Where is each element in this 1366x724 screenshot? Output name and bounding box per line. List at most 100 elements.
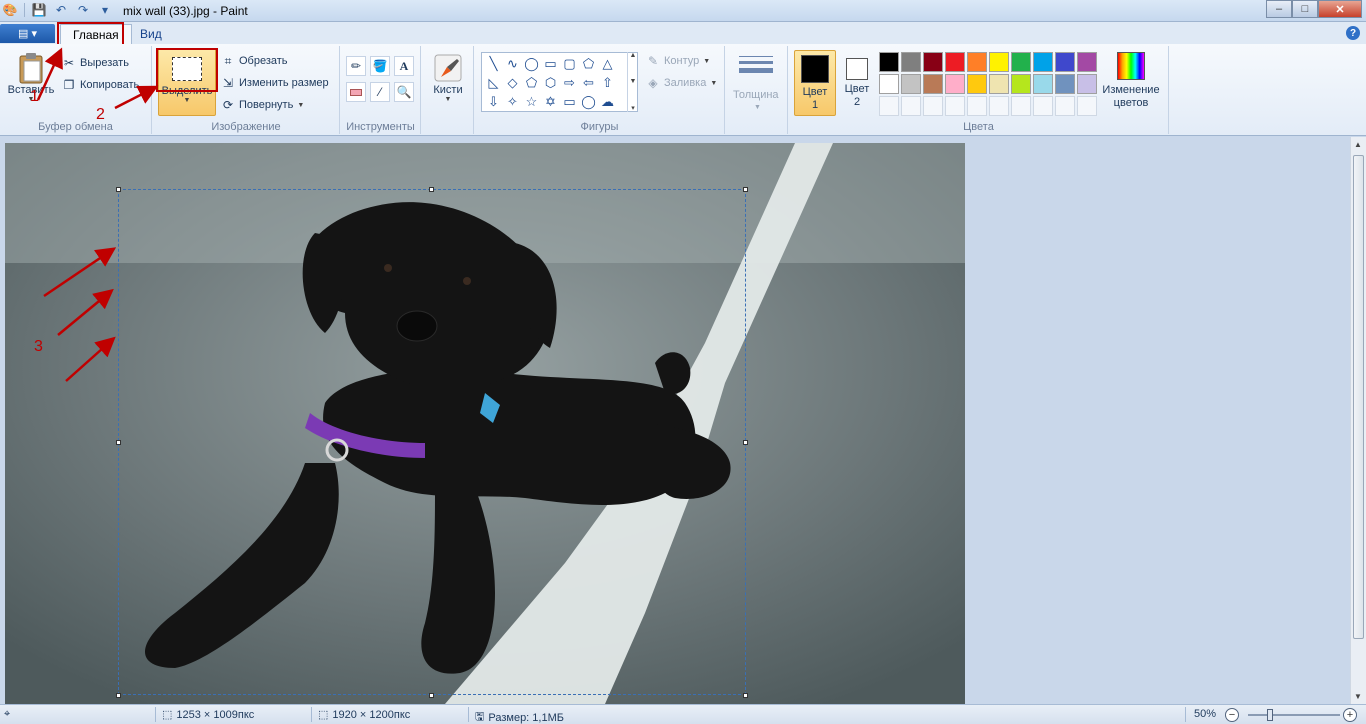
scroll-up-icon[interactable]: ▲ (1354, 140, 1362, 149)
tab-view[interactable]: Вид (128, 24, 174, 44)
palette-custom-slot-5[interactable] (967, 96, 987, 116)
palette-color-r1-4[interactable] (945, 52, 965, 72)
palette-color-r2-7[interactable] (1011, 74, 1031, 94)
line-icon[interactable]: ╲ (484, 54, 503, 73)
star6-icon[interactable]: ✡ (541, 92, 560, 111)
crop-button[interactable]: ⌗ Обрезать (221, 54, 288, 68)
magnifier-icon[interactable]: 🔍 (394, 82, 414, 102)
down-arrow-icon[interactable]: ⇩ (484, 92, 503, 111)
help-icon[interactable]: ? (1346, 26, 1360, 40)
palette-custom-slot-6[interactable] (989, 96, 1009, 116)
callout-rect-icon[interactable]: ▭ (560, 92, 579, 111)
eraser-icon[interactable] (346, 82, 366, 102)
selection-handle-tr[interactable] (743, 187, 748, 192)
cut-button[interactable]: ✂ Вырезать (62, 56, 129, 70)
undo-icon[interactable]: ↶ (53, 2, 69, 18)
shapes-scrollbar[interactable]: ▲ ▼ ▾ (627, 52, 638, 112)
triangle-icon[interactable]: △ (598, 54, 617, 73)
palette-custom-slot-8[interactable] (1033, 96, 1053, 116)
palette-color-r2-1[interactable] (879, 74, 899, 94)
zoom-slider-track[interactable] (1248, 714, 1340, 716)
rotate-button[interactable]: ⟳ Повернуть ▼ (221, 98, 304, 112)
save-icon[interactable]: 💾 (31, 2, 47, 18)
palette-color-r1-6[interactable] (989, 52, 1009, 72)
palette-color-r1-8[interactable] (1033, 52, 1053, 72)
fill-button[interactable]: ◈ Заливка ▼ (646, 76, 717, 90)
shapes-scroll-down-icon[interactable]: ▼ (630, 78, 637, 85)
minimize-button[interactable]: ‒ (1266, 0, 1292, 18)
palette-color-r1-3[interactable] (923, 52, 943, 72)
selection-handle-l[interactable] (116, 440, 121, 445)
selection-handle-r[interactable] (743, 440, 748, 445)
copy-button[interactable]: ❐ Копировать (62, 78, 140, 92)
polygon-icon[interactable]: ⬠ (579, 54, 598, 73)
close-button[interactable]: ✕ (1318, 0, 1362, 18)
selection-handle-tl[interactable] (116, 187, 121, 192)
size-button[interactable]: Толщина (733, 89, 779, 101)
brushes-button[interactable]: Кисти ▼ (428, 52, 468, 103)
redo-icon[interactable]: ↷ (75, 2, 91, 18)
diamond-icon[interactable]: ◇ (503, 73, 522, 92)
selection-rectangle[interactable] (118, 189, 746, 695)
outline-button[interactable]: ✎ Контур ▼ (646, 54, 710, 68)
resize-button[interactable]: ⇲ Изменить размер (221, 76, 329, 90)
pencil-icon[interactable]: ✏ (346, 56, 366, 76)
palette-color-r1-9[interactable] (1055, 52, 1075, 72)
palette-custom-slot-7[interactable] (1011, 96, 1031, 116)
right-arrow-icon[interactable]: ⇨ (560, 73, 579, 92)
rectangle-icon[interactable]: ▭ (541, 54, 560, 73)
palette-color-r1-5[interactable] (967, 52, 987, 72)
up-arrow-icon[interactable]: ⇧ (598, 73, 617, 92)
palette-custom-slot-10[interactable] (1077, 96, 1097, 116)
maximize-button[interactable]: □ (1292, 0, 1318, 18)
palette-color-r1-2[interactable] (901, 52, 921, 72)
right-triangle-icon[interactable]: ◺ (484, 73, 503, 92)
zoom-slider-thumb[interactable] (1267, 709, 1273, 721)
palette-custom-slot-2[interactable] (901, 96, 921, 116)
color2-button[interactable]: Цвет 2 (836, 50, 878, 116)
selection-handle-b[interactable] (429, 693, 434, 698)
edit-colors-button[interactable]: Изменение цветов (1100, 52, 1162, 110)
selection-handle-br[interactable] (743, 693, 748, 698)
shapes-expand-icon[interactable]: ▾ (631, 104, 635, 112)
line-thickness-icon[interactable] (739, 56, 773, 77)
paint-app-icon[interactable]: 🎨 (2, 2, 18, 18)
star4-icon[interactable]: ✧ (503, 92, 522, 111)
palette-color-r1-1[interactable] (879, 52, 899, 72)
select-dropdown-icon[interactable]: ▼ (184, 97, 191, 104)
zoom-in-button[interactable]: + (1343, 708, 1357, 722)
selection-handle-t[interactable] (429, 187, 434, 192)
color1-button[interactable]: Цвет 1 (794, 50, 836, 116)
paint-menu-button[interactable]: ▤ ▾ (0, 24, 55, 43)
oval-icon[interactable]: ◯ (522, 54, 541, 73)
hexagon-icon[interactable]: ⬡ (541, 73, 560, 92)
palette-color-r2-8[interactable] (1033, 74, 1053, 94)
star5-icon[interactable]: ☆ (522, 92, 541, 111)
palette-color-r2-2[interactable] (901, 74, 921, 94)
palette-color-r2-3[interactable] (923, 74, 943, 94)
palette-custom-slot-1[interactable] (879, 96, 899, 116)
color-picker-icon[interactable]: ⁄ (370, 82, 390, 102)
callout-oval-icon[interactable]: ◯ (579, 92, 598, 111)
curve-icon[interactable]: ∿ (503, 54, 522, 73)
callout-cloud-icon[interactable]: ☁ (598, 92, 617, 111)
pentagon-icon[interactable]: ⬠ (522, 73, 541, 92)
zoom-out-button[interactable]: − (1225, 708, 1239, 722)
palette-color-r1-7[interactable] (1011, 52, 1031, 72)
palette-color-r2-6[interactable] (989, 74, 1009, 94)
left-arrow-icon[interactable]: ⇦ (579, 73, 598, 92)
customize-qat-icon[interactable]: ▾ (97, 2, 113, 18)
palette-custom-slot-3[interactable] (923, 96, 943, 116)
scroll-down-icon[interactable]: ▼ (1354, 692, 1362, 701)
shapes-scroll-up-icon[interactable]: ▲ (630, 52, 637, 59)
palette-color-r2-9[interactable] (1055, 74, 1075, 94)
palette-custom-slot-4[interactable] (945, 96, 965, 116)
rounded-rect-icon[interactable]: ▢ (560, 54, 579, 73)
palette-color-r2-10[interactable] (1077, 74, 1097, 94)
scroll-thumb[interactable] (1353, 155, 1364, 639)
fill-bucket-icon[interactable]: 🪣 (370, 56, 390, 76)
palette-color-r1-10[interactable] (1077, 52, 1097, 72)
palette-custom-slot-9[interactable] (1055, 96, 1075, 116)
vertical-scrollbar[interactable]: ▲ ▼ (1350, 137, 1366, 704)
selection-handle-bl[interactable] (116, 693, 121, 698)
